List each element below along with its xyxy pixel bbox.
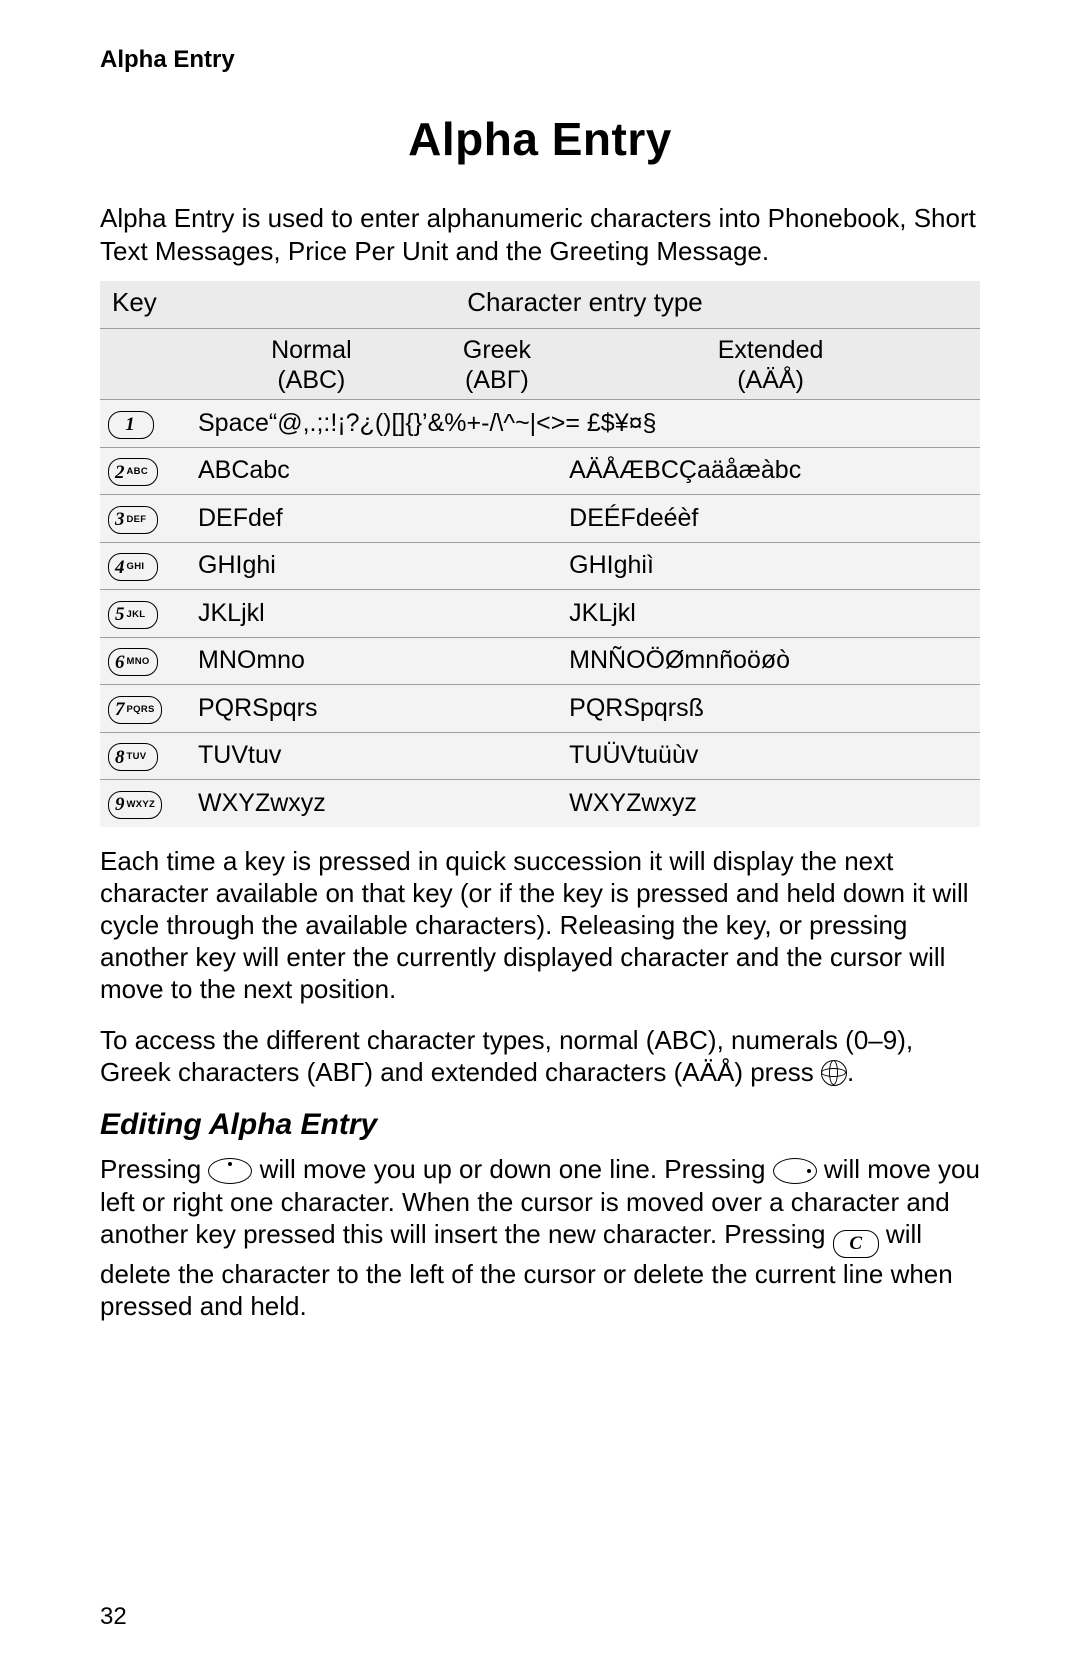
page-title: Alpha Entry (100, 112, 980, 166)
table-row: 2 ABC ABCabc AÄÅÆBCÇaäåæàbc (100, 447, 980, 495)
paragraph-3: Pressing will move you up or down one li… (100, 1153, 980, 1322)
col-type: Character entry type (190, 281, 980, 329)
col-normal: Normal (ABC) (190, 329, 433, 400)
nav-up-down-icon (208, 1158, 252, 1184)
keycap-9-icon: 9 WXYZ (108, 791, 162, 819)
cell-greek (433, 447, 561, 495)
table-row: 7 PQRS PQRSpqrs PQRSpqrsß (100, 685, 980, 733)
table-row: 5 JKL JKLjkl JKLjkl (100, 590, 980, 638)
table-row: 1 Space“@,.;:!¡?¿()[]{}’&%+-/\^~|<>= £$¥… (100, 400, 980, 448)
table-row: 6 MNO MNOmno MNÑOÖØmnñoöøò (100, 637, 980, 685)
character-table: Key Character entry type Normal (ABC) Gr… (100, 281, 980, 827)
col-extended: Extended (AÄÅ) (561, 329, 980, 400)
paragraph-1: Each time a key is pressed in quick succ… (100, 845, 980, 1006)
keycap-5-icon: 5 JKL (108, 601, 158, 629)
cell-extended: AÄÅÆBCÇaäåæàbc (561, 447, 980, 495)
table-row: 3 DEF DEFdef DEÉFdeéèf (100, 495, 980, 543)
col-spacer (100, 329, 190, 400)
col-greek: Greek (ΑΒΓ) (433, 329, 561, 400)
keycap-2-icon: 2 ABC (108, 458, 158, 486)
table-row: 4 GHI GHIghi GHIghiì (100, 542, 980, 590)
keycap-3-icon: 3 DEF (108, 506, 158, 534)
running-head: Alpha Entry (100, 46, 980, 74)
page-number: 32 (100, 1603, 127, 1631)
intro-paragraph: Alpha Entry is used to enter alphanumeri… (100, 202, 980, 267)
keycap-8-icon: 8 TUV (108, 743, 158, 771)
keycap-4-icon: 4 GHI (108, 553, 158, 581)
paragraph-2: To access the different character types,… (100, 1024, 980, 1088)
editing-heading: Editing Alpha Entry (100, 1106, 980, 1143)
keycap-1-icon: 1 (108, 411, 154, 439)
keycap-6-icon: 6 MNO (108, 648, 158, 676)
col-key: Key (100, 281, 190, 329)
globe-icon (821, 1060, 847, 1086)
table-row: 9 WXYZ WXYZwxyz WXYZwxyz (100, 780, 980, 827)
keycap-7-icon: 7 PQRS (108, 696, 162, 724)
nav-left-right-icon (773, 1158, 817, 1184)
table-row: 8 TUV TUVtuv TUÜVtuüùv (100, 732, 980, 780)
row-chars: Space“@,.;:!¡?¿()[]{}’&%+-/\^~|<>= £$¥¤§ (190, 400, 980, 448)
c-key-icon: C (833, 1230, 879, 1258)
cell-normal: ABCabc (190, 447, 433, 495)
